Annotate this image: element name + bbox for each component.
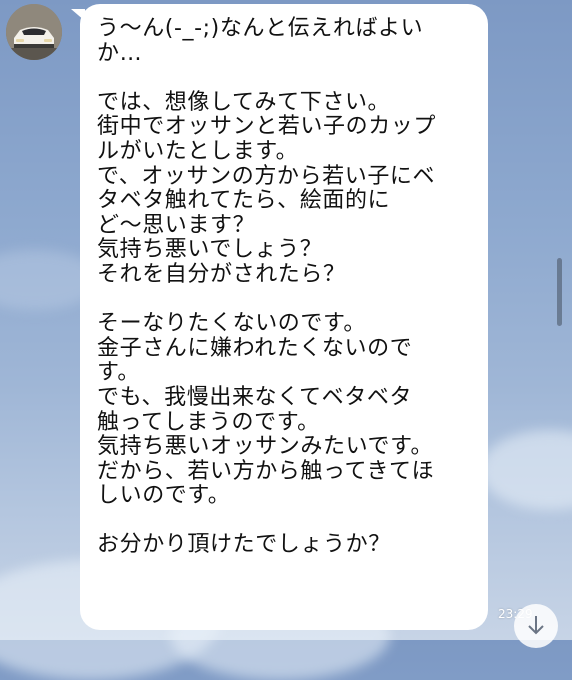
message-line: 気持ち悪いでしょう？ [97, 237, 323, 263]
message-line: す。 [97, 360, 141, 386]
sender-avatar[interactable] [6, 4, 62, 60]
message-line [97, 288, 474, 313]
message-bubble[interactable]: う～ん(-_-;)なんと伝えればよい か… では、想像してみて下さい。 街中でオッサン… [80, 4, 488, 630]
message-line: ルがいたとします。 [97, 138, 299, 164]
message-line [97, 509, 474, 534]
message-line: か… [97, 40, 143, 66]
message-line: 触ってしまうのです。 [97, 409, 320, 435]
message-text: う～ん(-_-;)なんと伝えればよい か… では、想像してみて下さい。 街中でオッサン… [97, 16, 474, 558]
message-line: しいのです。 [97, 483, 231, 509]
message-line: そーなりたくないのです。 [97, 311, 367, 337]
message-line: う～ん(-_-;)なんと伝えればよい [97, 16, 424, 41]
message-line: でも、我慢出来なくてベタベタ [97, 384, 413, 410]
message-line: 街中でオッサンと若い子のカップ [97, 114, 437, 140]
message-line: で、オッサンの方から若い子にベ [97, 163, 436, 189]
message-line [97, 66, 474, 91]
scroll-to-bottom-button[interactable] [514, 604, 558, 648]
message-line: それを自分がされたら？ [97, 261, 346, 287]
message-line: タベタ触れてたら、絵面的に [97, 188, 391, 214]
message-line: ど～思います？ [97, 212, 256, 238]
message-line: 金子さんに嫌われたくないので [97, 335, 413, 361]
message-line: だから、若い方から触ってきてほ [97, 458, 435, 484]
arrow-down-icon [528, 616, 544, 635]
message-line: では、想像してみて下さい。 [97, 89, 391, 115]
scrollbar-thumb[interactable] [557, 258, 562, 326]
message-line: お分かり頂けたでしょうか？ [97, 532, 391, 558]
message-line: 気持ち悪いオッサンみたいです。 [97, 434, 434, 460]
